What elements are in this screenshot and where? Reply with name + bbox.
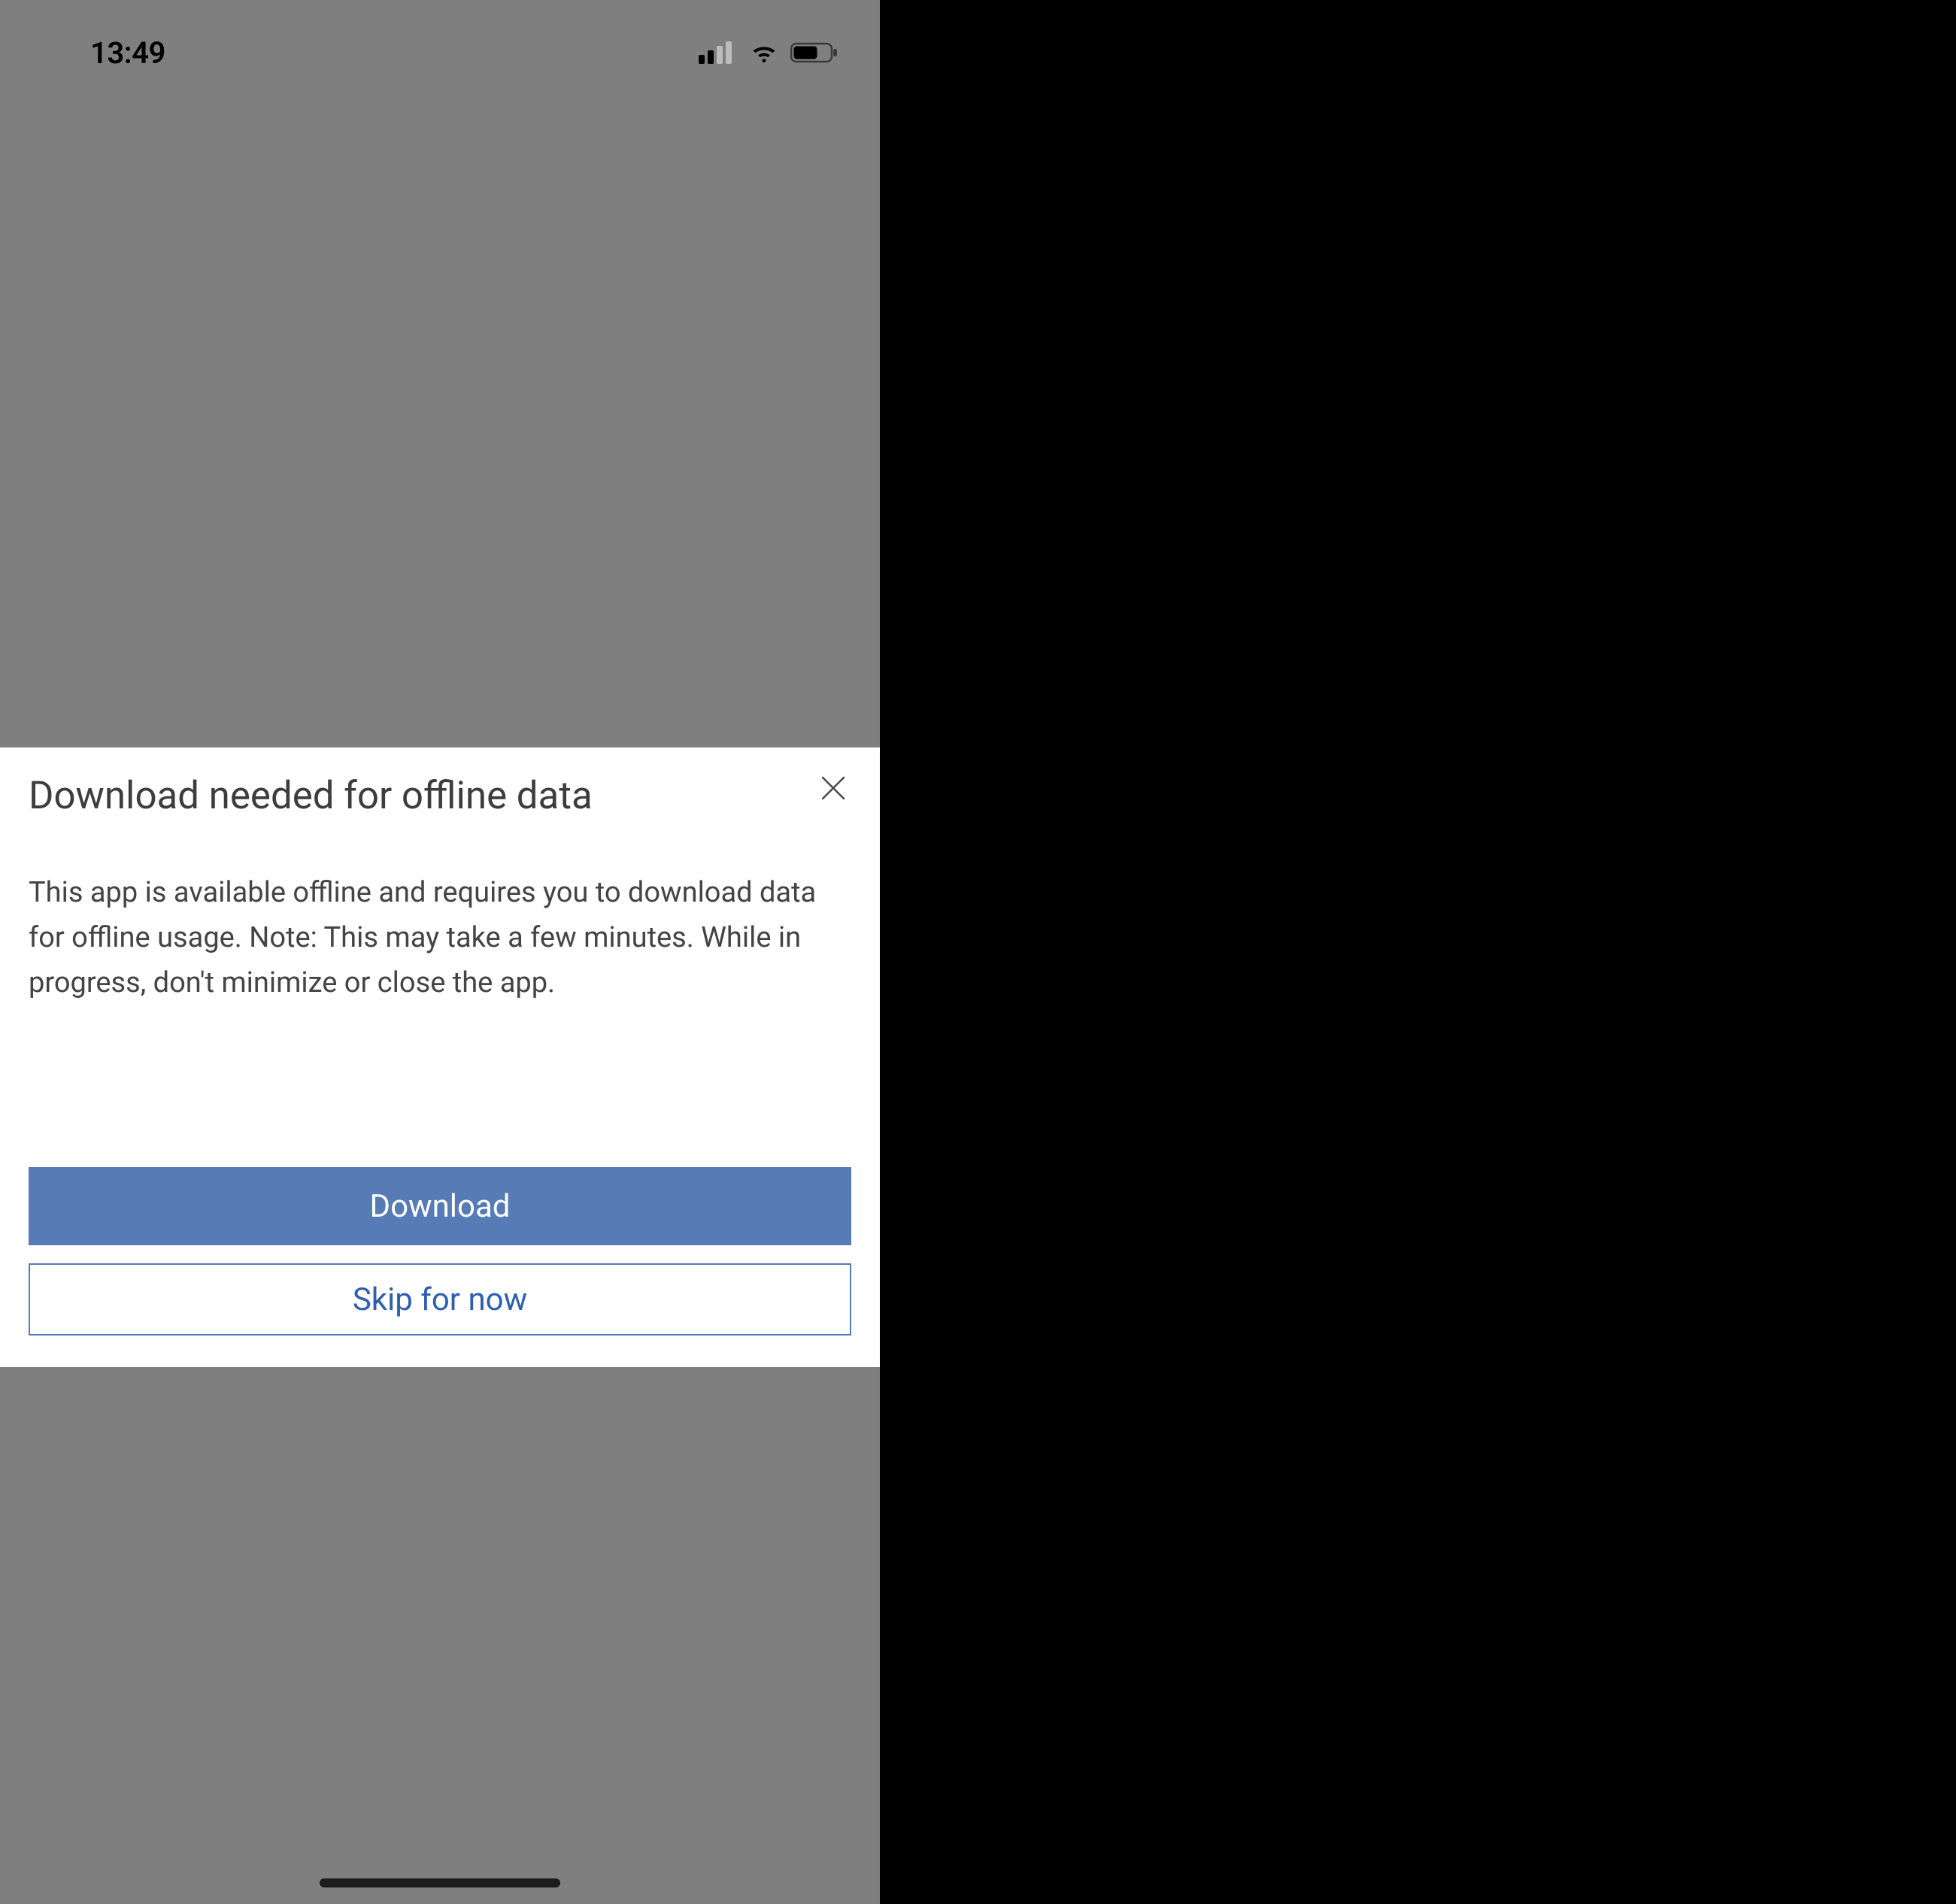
dialog-title: Download needed for offline data xyxy=(29,773,800,819)
skip-button[interactable]: Skip for now xyxy=(29,1263,851,1336)
home-indicator[interactable] xyxy=(320,1878,560,1887)
cellular-signal-icon xyxy=(699,41,738,64)
close-icon xyxy=(820,775,846,801)
download-button-label: Download xyxy=(370,1188,511,1225)
wifi-icon xyxy=(748,41,780,64)
offline-download-dialog: Download needed for offline data This ap… xyxy=(0,747,880,1367)
dialog-header: Download needed for offline data xyxy=(29,773,851,819)
viewport: 13:49 xyxy=(0,0,1956,1904)
dialog-body-text: This app is available offline and requir… xyxy=(29,870,851,1005)
status-right-cluster xyxy=(699,41,839,64)
phone-screen: 13:49 xyxy=(0,0,880,1904)
close-button[interactable] xyxy=(815,770,851,806)
skip-button-label: Skip for now xyxy=(353,1281,527,1318)
dialog-actions: Download Skip for now xyxy=(29,1167,851,1336)
right-black-region xyxy=(880,0,1956,1904)
status-bar: 13:49 xyxy=(0,23,880,83)
battery-icon xyxy=(790,41,839,64)
download-button[interactable]: Download xyxy=(29,1167,851,1245)
status-time: 13:49 xyxy=(90,35,165,71)
